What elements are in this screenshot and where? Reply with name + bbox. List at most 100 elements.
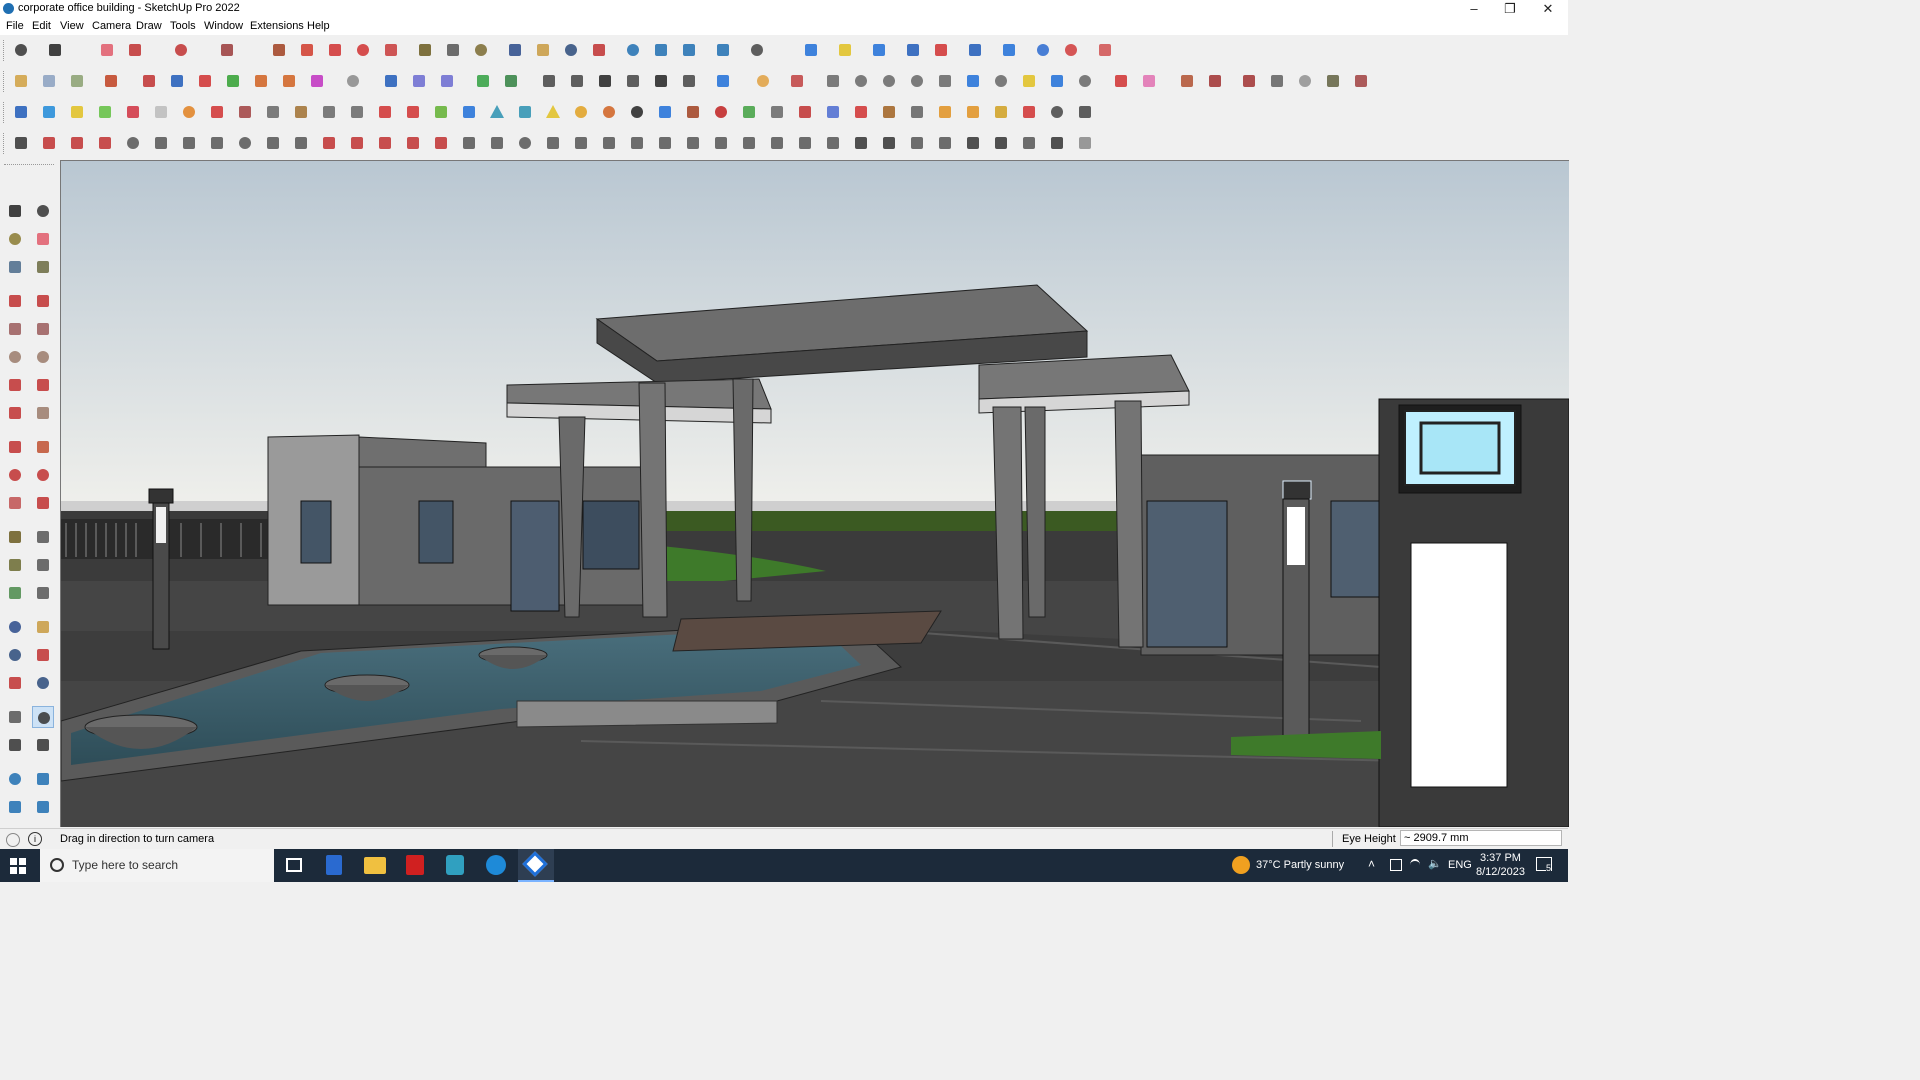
curve-tool-10-icon[interactable] — [262, 132, 284, 154]
hook-icon[interactable] — [710, 101, 732, 123]
stack-icon[interactable] — [234, 101, 256, 123]
move-tool-icon[interactable] — [4, 436, 26, 458]
eraser-tool-icon[interactable] — [32, 228, 54, 250]
toolbar-grip[interactable] — [4, 164, 54, 168]
align-icon[interactable] — [964, 39, 986, 61]
mirror-icon[interactable] — [998, 39, 1020, 61]
select-icon[interactable] — [44, 39, 66, 61]
weather-text[interactable]: 37°C Partly sunny — [1256, 859, 1344, 871]
curve-tool-28-icon[interactable] — [766, 132, 788, 154]
paint-tool-icon[interactable] — [4, 228, 26, 250]
sketchup-taskbar-button[interactable] — [518, 849, 554, 882]
curve-tool-25-icon[interactable] — [682, 132, 704, 154]
solid-icon[interactable] — [66, 70, 88, 92]
text-icon[interactable] — [442, 39, 464, 61]
face-2-icon[interactable] — [38, 101, 60, 123]
scatter-icon[interactable] — [1018, 101, 1040, 123]
ring-2-icon[interactable] — [598, 101, 620, 123]
shape-7-icon[interactable] — [990, 70, 1012, 92]
shape-8-icon[interactable] — [1018, 70, 1040, 92]
menu-tools[interactable]: Tools — [170, 20, 196, 32]
box-icon[interactable] — [290, 101, 312, 123]
face-3-icon[interactable] — [66, 101, 88, 123]
clock-date[interactable]: 8/12/2023 — [1476, 866, 1525, 878]
material-3-icon[interactable] — [1266, 70, 1288, 92]
curve-tool-32-icon[interactable] — [878, 132, 900, 154]
warehouse-side-icon[interactable] — [4, 768, 26, 790]
look-around-icon[interactable] — [32, 706, 54, 728]
ring-icon[interactable] — [570, 101, 592, 123]
previous-view-icon[interactable] — [32, 672, 54, 694]
slice-icon[interactable] — [380, 70, 402, 92]
shape-5-icon[interactable] — [934, 70, 956, 92]
cylinder-icon[interactable] — [682, 101, 704, 123]
rotated-rectangle-tool-icon[interactable] — [32, 318, 54, 340]
extension-warehouse-icon[interactable] — [650, 39, 672, 61]
toolbar-grip[interactable] — [3, 71, 7, 92]
task-view-icon[interactable] — [286, 858, 302, 872]
layers-side-icon[interactable] — [4, 796, 26, 818]
menu-view[interactable]: View — [60, 20, 84, 32]
component-icon[interactable] — [10, 70, 32, 92]
pan-nav-icon[interactable] — [32, 616, 54, 638]
red-square-icon[interactable] — [206, 101, 228, 123]
warning-icon[interactable] — [542, 101, 564, 123]
acrobat-icon[interactable] — [406, 855, 424, 875]
material-2-icon[interactable] — [1238, 70, 1260, 92]
axis-move-blue-icon[interactable] — [166, 70, 188, 92]
toolbar-grip[interactable] — [3, 133, 7, 154]
curve-tool-34-icon[interactable] — [934, 132, 956, 154]
garage-icon[interactable] — [678, 70, 700, 92]
zoom-extents-icon[interactable] — [588, 39, 610, 61]
curve-tool-20-icon[interactable] — [542, 132, 564, 154]
rotate-icon[interactable] — [352, 39, 374, 61]
terrain-stamp-icon[interactable] — [500, 70, 522, 92]
scale-icon[interactable] — [380, 39, 402, 61]
stairs-icon[interactable] — [766, 101, 788, 123]
account-icon[interactable] — [746, 39, 768, 61]
menu-help[interactable]: Help — [307, 20, 330, 32]
arc-3-tool-icon[interactable] — [4, 402, 26, 424]
move-icon[interactable] — [324, 39, 346, 61]
circle-dots-icon[interactable] — [1046, 101, 1068, 123]
model-viewport[interactable] — [60, 160, 1569, 827]
language-indicator[interactable]: ENG — [1448, 859, 1472, 871]
layout-icon[interactable] — [678, 39, 700, 61]
axis-move-red-icon[interactable] — [194, 70, 216, 92]
axis-move-icon[interactable] — [138, 70, 160, 92]
grid-orange-icon[interactable] — [934, 101, 956, 123]
star-icon[interactable] — [654, 101, 676, 123]
grid-orange-2-icon[interactable] — [962, 101, 984, 123]
pencil-icon[interactable] — [124, 39, 146, 61]
face-4-icon[interactable] — [94, 101, 116, 123]
corner-icon[interactable] — [346, 101, 368, 123]
push-pull-tool-icon[interactable] — [32, 436, 54, 458]
curve-tool-5-icon[interactable] — [122, 132, 144, 154]
edit-edge-icon[interactable] — [786, 70, 808, 92]
gem-icon[interactable] — [850, 101, 872, 123]
chevron-up-icon[interactable]: ˄ — [1368, 857, 1375, 871]
house-icon[interactable] — [594, 70, 616, 92]
menu-draw[interactable]: Draw — [136, 20, 162, 32]
minimize-icon[interactable]: – — [1456, 0, 1492, 18]
material-6-icon[interactable] — [1350, 70, 1372, 92]
house-outline-icon[interactable] — [650, 70, 672, 92]
zoom-icon[interactable] — [10, 39, 32, 61]
app-3-icon[interactable] — [446, 855, 464, 875]
sphere-icon[interactable] — [794, 101, 816, 123]
grid-icon[interactable] — [1204, 70, 1226, 92]
measurements-input[interactable] — [1400, 830, 1562, 846]
curve-icon[interactable] — [342, 70, 364, 92]
windows-start-icon[interactable] — [10, 858, 26, 874]
orbit-nav-icon[interactable] — [4, 616, 26, 638]
rotate-tool-icon[interactable] — [4, 464, 26, 486]
rectangle-icon[interactable] — [216, 39, 238, 61]
axis-move-orange-icon[interactable] — [250, 70, 272, 92]
material-5-icon[interactable] — [1322, 70, 1344, 92]
close-icon[interactable]: ✕ — [1530, 0, 1566, 18]
protractor-tool-icon[interactable] — [4, 554, 26, 576]
axis-move-green-icon[interactable] — [222, 70, 244, 92]
curve-tool-7-icon[interactable] — [178, 132, 200, 154]
cross-blue-icon[interactable] — [458, 101, 480, 123]
follow-me-icon[interactable] — [296, 39, 318, 61]
